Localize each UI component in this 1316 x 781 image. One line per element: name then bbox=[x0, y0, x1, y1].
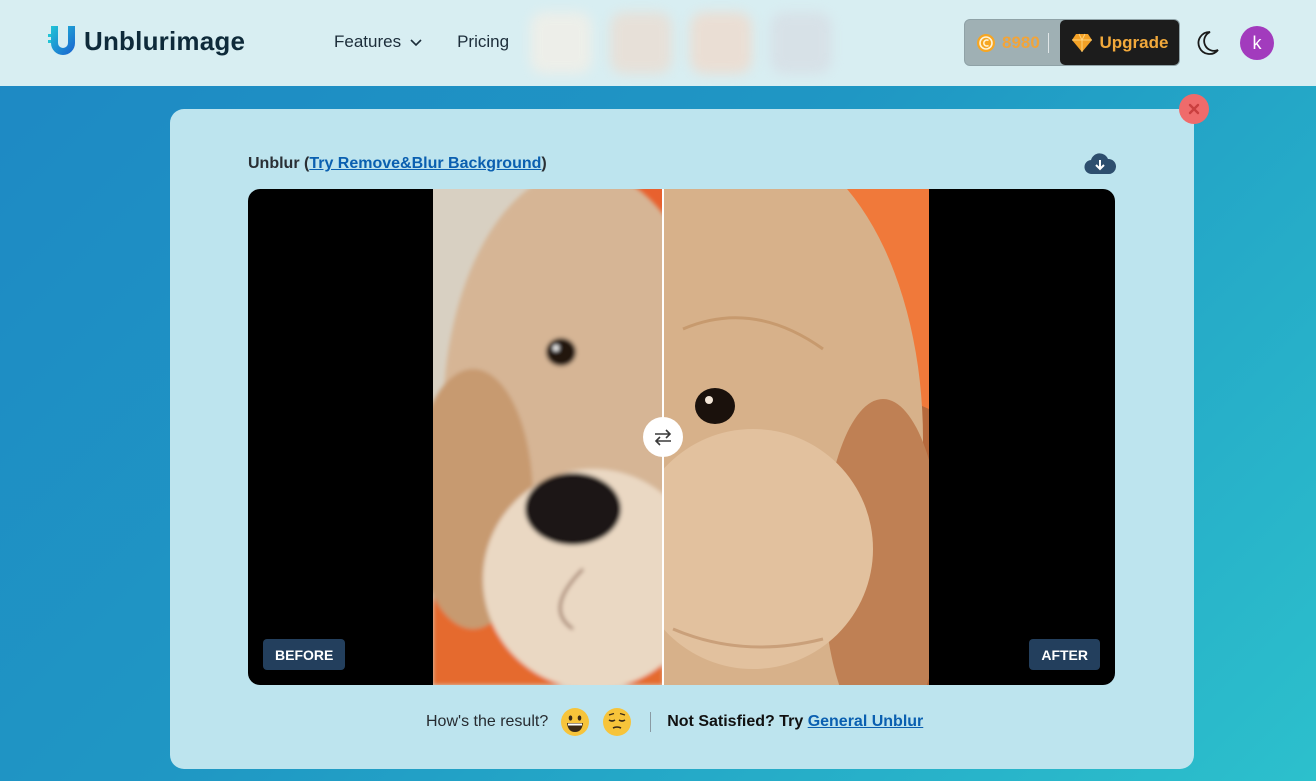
credits-widget: 8980 Upgrade bbox=[964, 19, 1180, 66]
before-tag: BEFORE bbox=[263, 639, 346, 670]
before-image bbox=[433, 189, 663, 685]
after-image bbox=[663, 189, 929, 685]
swap-arrows-icon bbox=[654, 429, 672, 446]
nav-pricing-label: Pricing bbox=[457, 32, 510, 51]
upgrade-label: Upgrade bbox=[1099, 32, 1169, 52]
credits-divider bbox=[1047, 32, 1049, 53]
gem-icon bbox=[1071, 33, 1092, 52]
not-satisfied-label: Not Satisfied? Try bbox=[667, 713, 808, 730]
feedback-row: How's the result? Not Satisfied? Try Gen… bbox=[426, 705, 923, 739]
recent-images-strip bbox=[530, 12, 850, 74]
avatar[interactable]: k bbox=[1240, 26, 1274, 60]
recent-image-thumb[interactable] bbox=[610, 12, 672, 74]
logo-icon bbox=[48, 26, 75, 55]
grinning-face-icon[interactable] bbox=[560, 707, 590, 737]
top-navbar: Unblurimage Features Pricing 8980 Upgrad… bbox=[0, 0, 1316, 86]
close-modal-button[interactable] bbox=[1179, 94, 1209, 124]
avatar-initial: k bbox=[1252, 32, 1262, 53]
nav-features[interactable]: Features bbox=[334, 32, 423, 52]
logo-text: Unblurimage bbox=[84, 25, 246, 56]
after-tag: AFTER bbox=[1029, 639, 1100, 670]
modal-title: Unblur (Try Remove&Blur Background) bbox=[248, 155, 547, 173]
download-cloud-icon[interactable] bbox=[1084, 152, 1116, 176]
credit-count: 8980 bbox=[1002, 32, 1040, 52]
before-after-viewer[interactable]: BEFORE AFTER bbox=[248, 189, 1115, 685]
close-icon bbox=[1188, 103, 1200, 115]
nav-features-label: Features bbox=[334, 32, 402, 51]
recent-image-thumb[interactable] bbox=[530, 12, 592, 74]
comparison-slider-handle[interactable] bbox=[643, 417, 683, 457]
result-modal: Unblur (Try Remove&Blur Background) BEFO… bbox=[170, 109, 1194, 769]
main-nav: Features Pricing bbox=[334, 32, 509, 52]
general-unblur-link[interactable]: General Unblur bbox=[808, 713, 924, 730]
feedback-divider bbox=[650, 712, 652, 732]
try-remove-blur-background-link[interactable]: Try Remove&Blur Background bbox=[309, 155, 541, 172]
upgrade-button[interactable]: Upgrade bbox=[1060, 20, 1179, 65]
modal-title-prefix: Unblur ( bbox=[248, 155, 310, 172]
logo[interactable]: Unblurimage bbox=[48, 24, 245, 58]
pensive-face-icon[interactable] bbox=[602, 707, 632, 737]
coin-icon bbox=[977, 33, 995, 52]
moon-icon[interactable] bbox=[1196, 30, 1220, 56]
not-satisfied-text: Not Satisfied? Try General Unblur bbox=[667, 713, 923, 731]
modal-title-suffix: ) bbox=[541, 155, 547, 172]
recent-image-thumb[interactable] bbox=[690, 12, 752, 74]
nav-pricing[interactable]: Pricing bbox=[457, 32, 509, 52]
chevron-down-icon bbox=[410, 39, 422, 47]
recent-image-thumb[interactable] bbox=[770, 12, 832, 74]
feedback-question: How's the result? bbox=[426, 713, 549, 730]
